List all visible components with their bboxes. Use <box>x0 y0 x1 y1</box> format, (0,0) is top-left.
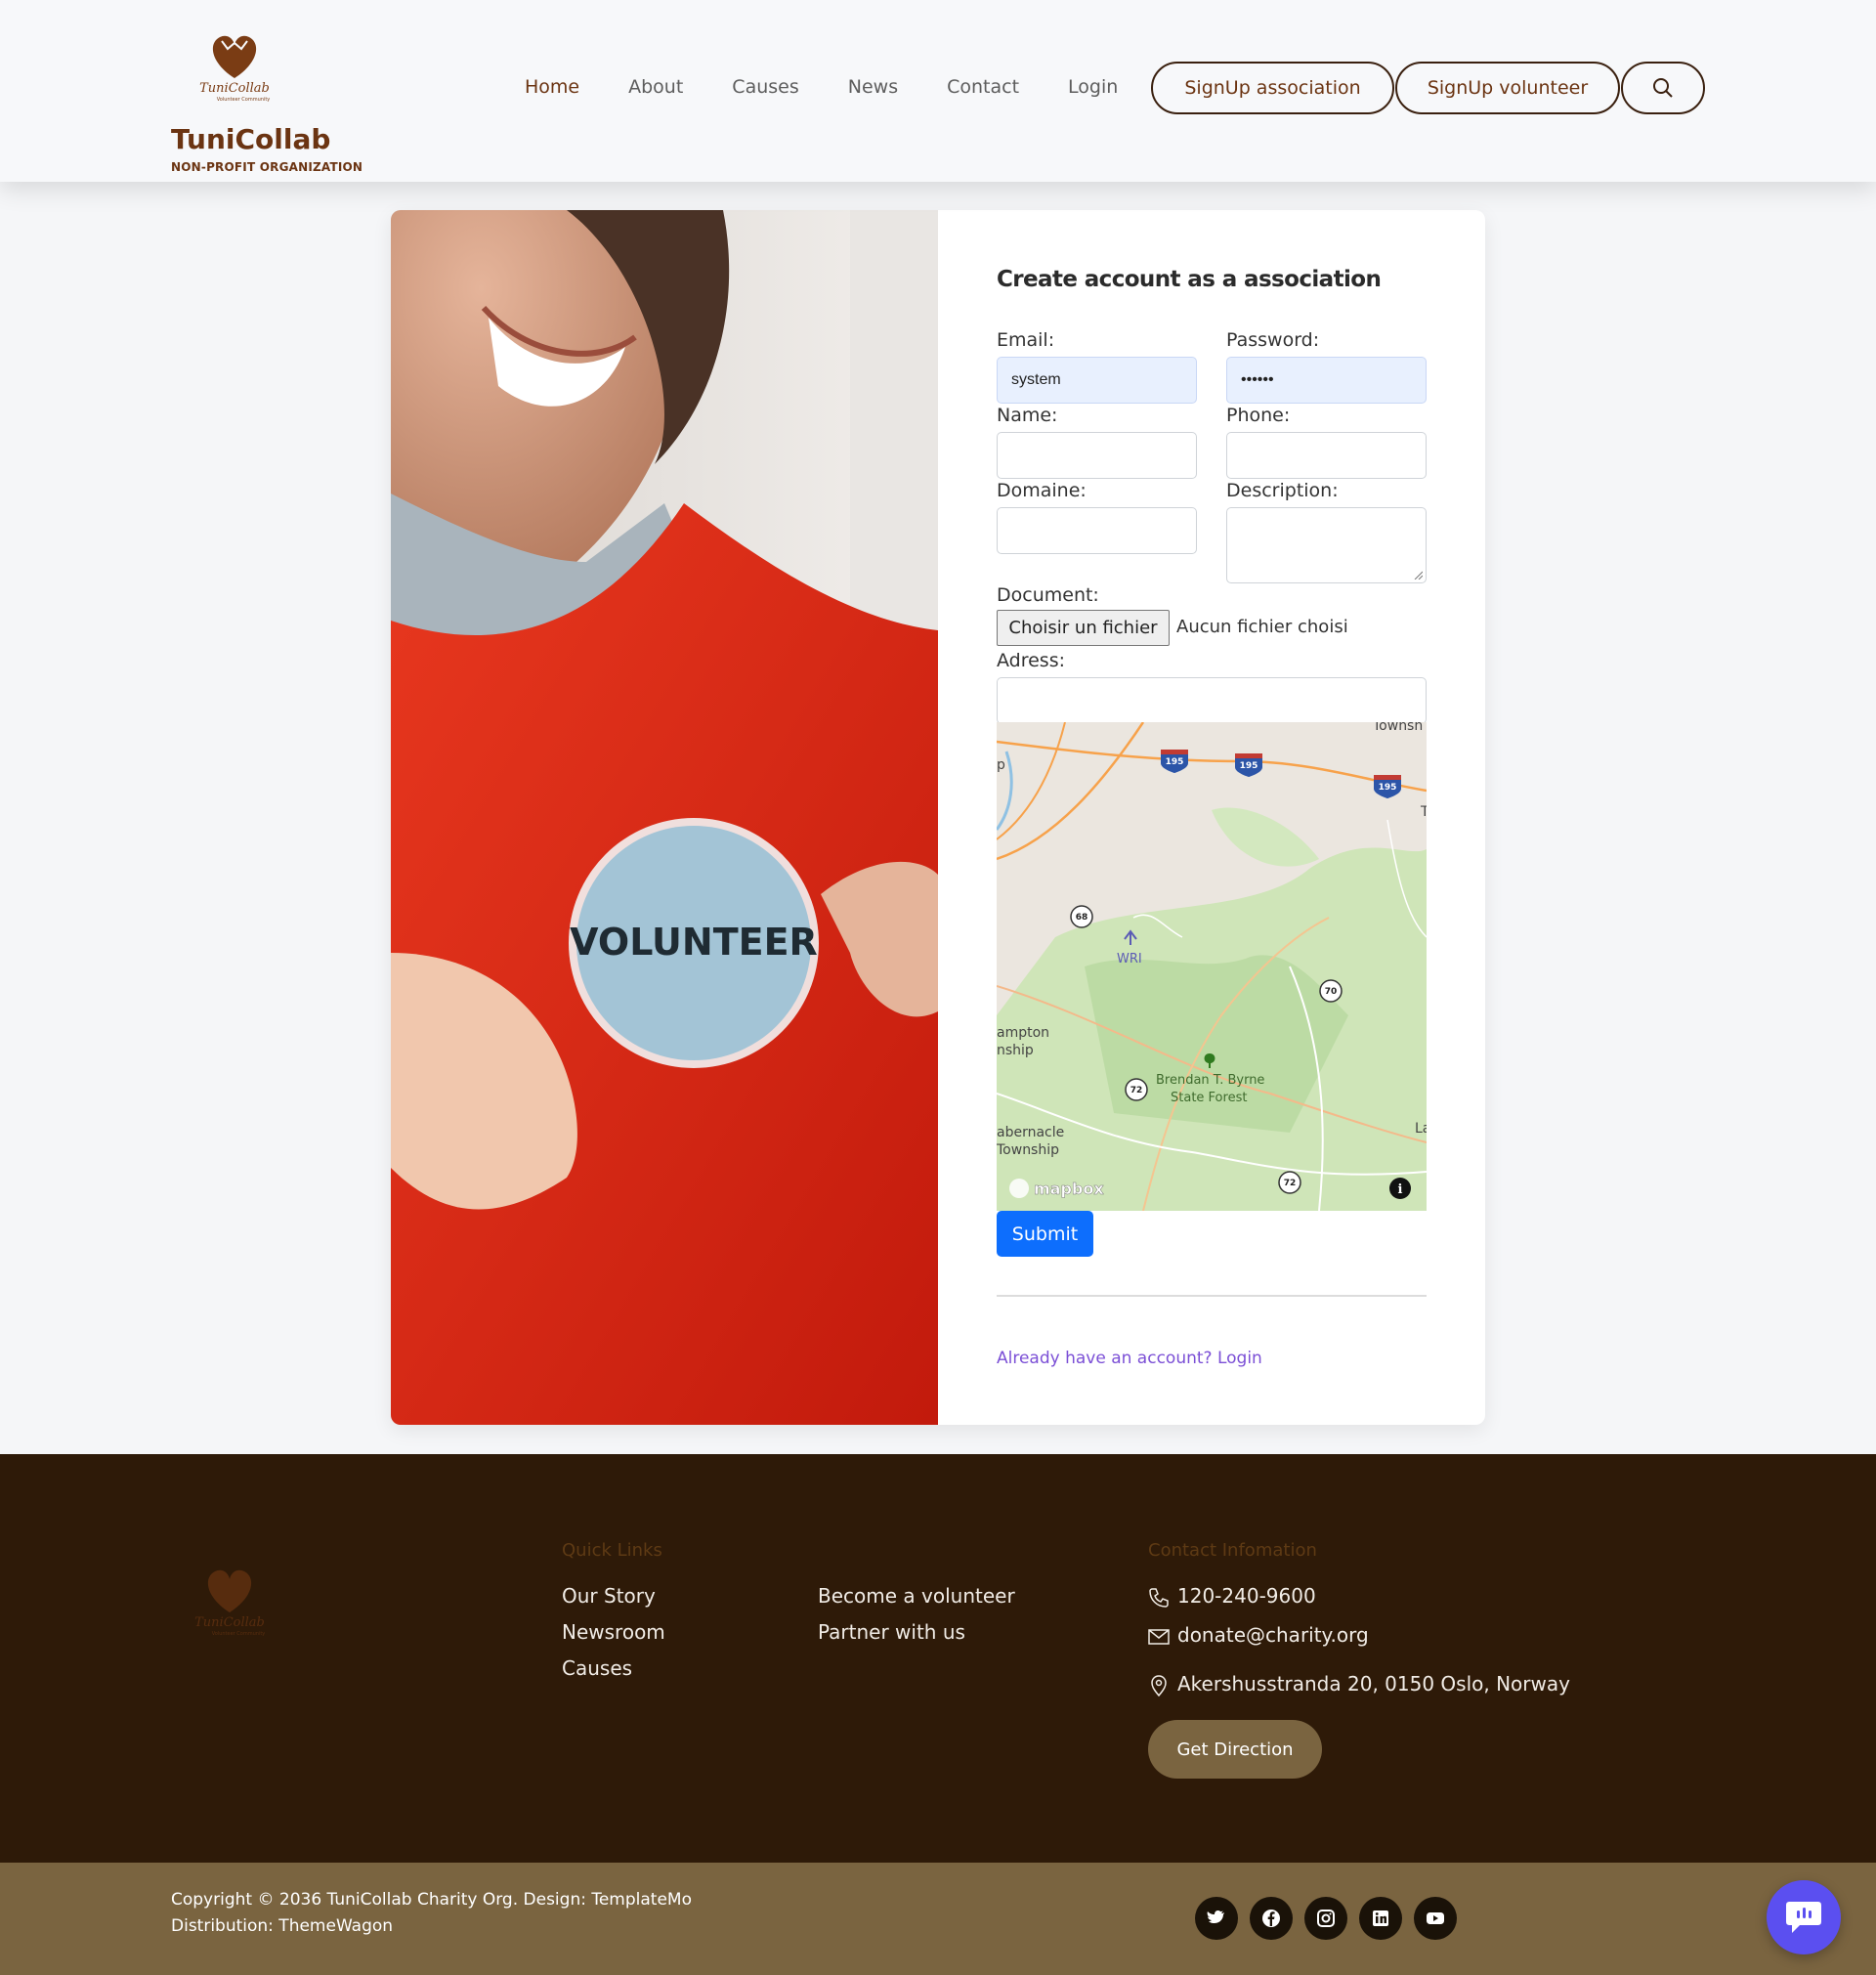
route-68-shield: 68 <box>1076 913 1088 923</box>
nav-login[interactable]: Login <box>1068 76 1118 98</box>
footer-address: Akershusstranda 20, 0150 Oslo, Norway <box>1177 1672 1570 1696</box>
youtube-icon <box>1427 1912 1444 1924</box>
search-button[interactable] <box>1621 62 1705 114</box>
document-label: Document: <box>997 584 1099 606</box>
form-title: Create account as a association <box>997 267 1382 292</box>
choose-file-button[interactable]: Choisir un fichier <box>997 610 1170 646</box>
divider <box>997 1295 1427 1297</box>
volunteer-badge-text: VOLUNTEER <box>570 921 818 964</box>
footer-link-causes[interactable]: Causes <box>562 1656 632 1680</box>
envelope-icon <box>1148 1629 1170 1645</box>
facebook-link[interactable] <box>1250 1897 1293 1940</box>
bottom-bar: Copyright © 2036 TuniCollab Charity Org.… <box>0 1863 1876 1975</box>
logo-text: TuniCollab <box>199 81 270 96</box>
site-footer: TuniCollab Volunteer Community Quick Lin… <box>0 1454 1876 1863</box>
nav-contact[interactable]: Contact <box>947 76 1019 98</box>
signup-card: VOLUNTEER Create account as a associatio… <box>391 210 1485 1425</box>
address-label: Adress: <box>997 650 1066 671</box>
chat-bubble-icon <box>1786 1902 1821 1933</box>
phone-field[interactable] <box>1226 432 1427 479</box>
footer-phone[interactable]: 120-240-9600 <box>1177 1584 1316 1608</box>
route-72-shield-1: 72 <box>1130 1086 1143 1095</box>
footer-link-become-volunteer[interactable]: Become a volunteer <box>818 1584 1015 1608</box>
nav-causes[interactable]: Causes <box>732 76 798 98</box>
map-label-forest2: State Forest <box>1171 1091 1247 1105</box>
main-nav: Home About Causes News Contact Login <box>525 76 1167 98</box>
search-icon <box>1653 78 1673 98</box>
footer-logo-text: TuniCollab <box>194 1615 265 1630</box>
footer-logo-tagline: Volunteer Community <box>212 1631 266 1637</box>
map-label-township: Township <box>997 1142 1059 1158</box>
twitter-link[interactable] <box>1195 1897 1238 1940</box>
i195-shield-3: 195 <box>1379 783 1397 793</box>
nav-news[interactable]: News <box>848 76 898 98</box>
nav-about[interactable]: About <box>628 76 683 98</box>
phone-icon <box>1149 1588 1169 1608</box>
domaine-label: Domaine: <box>997 480 1087 501</box>
password-field[interactable]: •••••• <box>1226 357 1427 404</box>
footer-logo[interactable]: TuniCollab Volunteer Community <box>186 1562 274 1640</box>
name-field[interactable] <box>997 432 1197 479</box>
email-label: Email: <box>997 329 1055 351</box>
footer-link-our-story[interactable]: Our Story <box>562 1584 656 1608</box>
map-label-townsh: Townsh <box>1372 722 1423 734</box>
description-textarea[interactable] <box>1226 507 1427 583</box>
route-70-shield: 70 <box>1325 987 1338 997</box>
phone-label: Phone: <box>1226 405 1291 426</box>
linkedin-link[interactable] <box>1359 1897 1402 1940</box>
name-label: Name: <box>997 405 1058 426</box>
brand-name[interactable]: TuniCollab <box>171 123 330 155</box>
map-label-p: p <box>997 757 1005 773</box>
quick-links-title: Quick Links <box>562 1540 662 1561</box>
login-link[interactable]: Already have an account? Login <box>997 1349 1262 1368</box>
map-label-abernacle: abernacle <box>997 1125 1064 1140</box>
copyright-line-2: Distribution: ThemeWagon <box>171 1916 394 1936</box>
mapbox-logo: mapbox <box>1034 1180 1104 1198</box>
map-label-t: T <box>1420 804 1427 820</box>
logo-tagline: Volunteer Community <box>217 97 271 103</box>
resize-handle-icon[interactable] <box>1413 570 1423 580</box>
copyright-line-1: Copyright © 2036 TuniCollab Charity Org.… <box>171 1890 692 1910</box>
signup-volunteer-button[interactable]: SignUp volunteer <box>1395 62 1620 114</box>
brand-subtitle: NON-PROFIT ORGANIZATION <box>171 160 363 174</box>
instagram-icon <box>1317 1910 1335 1927</box>
file-status: Aucun fichier choisi <box>1176 617 1348 637</box>
site-logo[interactable]: TuniCollab Volunteer Community <box>191 27 278 106</box>
svg-text:i: i <box>1398 1182 1403 1197</box>
footer-link-newsroom[interactable]: Newsroom <box>562 1620 665 1644</box>
signup-association-button[interactable]: SignUp association <box>1151 62 1394 114</box>
twitter-icon <box>1207 1911 1224 1923</box>
facebook-icon <box>1262 1910 1280 1927</box>
address-input[interactable] <box>997 677 1427 724</box>
volunteer-photo: VOLUNTEER <box>391 210 938 1425</box>
map-label-forest1: Brendan T. Byrne <box>1156 1073 1264 1088</box>
route-72-shield-2: 72 <box>1284 1179 1297 1188</box>
footer-link-partner[interactable]: Partner with us <box>818 1620 965 1644</box>
i195-shield-1: 195 <box>1166 757 1184 767</box>
description-label: Description: <box>1226 480 1339 501</box>
site-header: TuniCollab Volunteer Community TuniColla… <box>0 0 1876 182</box>
domaine-field[interactable] <box>997 507 1197 554</box>
location-pin-icon <box>1151 1675 1167 1696</box>
youtube-link[interactable] <box>1414 1897 1457 1940</box>
instagram-link[interactable] <box>1304 1897 1347 1940</box>
map-label-ampton: ampton <box>997 1025 1049 1041</box>
password-label: Password: <box>1226 329 1320 351</box>
email-field[interactable]: system <box>997 357 1197 404</box>
chat-widget-button[interactable] <box>1767 1880 1841 1954</box>
nav-home[interactable]: Home <box>525 76 579 98</box>
linkedin-icon <box>1373 1911 1388 1926</box>
submit-button[interactable]: Submit <box>997 1211 1093 1257</box>
contact-info-title: Contact Infomation <box>1148 1540 1317 1561</box>
i195-shield-2: 195 <box>1240 761 1258 771</box>
map-label-wri: WRI <box>1117 952 1142 966</box>
map-label-la: La <box>1415 1121 1427 1137</box>
footer-email[interactable]: donate@charity.org <box>1177 1623 1369 1647</box>
map-label-nship: nship <box>997 1043 1034 1058</box>
address-map[interactable]: Townsh p T WRI ampton nship Brendan T. B… <box>997 722 1427 1211</box>
get-direction-button[interactable]: Get Direction <box>1148 1720 1322 1779</box>
